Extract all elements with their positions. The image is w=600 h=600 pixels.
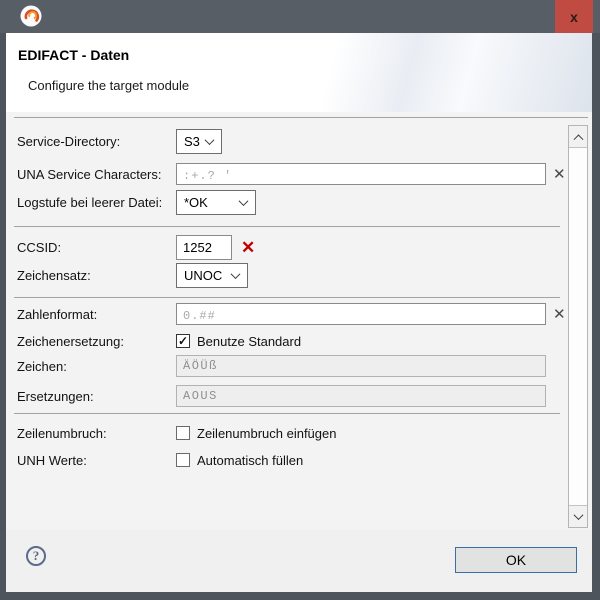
row-ccsid: CCSID: ✕ <box>17 235 255 260</box>
una-label: UNA Service Characters: <box>17 167 176 182</box>
button-bar: ? OK <box>6 530 592 592</box>
zeilenumbruch-label: Zeilenumbruch: <box>17 426 176 441</box>
logstufe-value: *OK <box>184 195 208 210</box>
chevron-down-icon <box>231 269 241 279</box>
group-separator <box>14 413 560 414</box>
clear-icon[interactable]: ✕ <box>553 307 566 322</box>
group-separator <box>14 226 560 227</box>
service-directory-label: Service-Directory: <box>17 134 176 149</box>
una-input[interactable] <box>176 163 546 185</box>
page-subtitle: Configure the target module <box>28 78 189 93</box>
clear-icon[interactable]: ✕ <box>553 167 566 182</box>
ccsid-input[interactable] <box>176 235 232 260</box>
zeichensatz-label: Zeichensatz: <box>17 268 176 283</box>
chevron-up-icon <box>573 134 583 144</box>
chevron-down-icon <box>239 196 249 206</box>
form-area: Service-Directory: S3 UNA Service Charac… <box>6 112 592 530</box>
checkmark-icon: ✓ <box>178 334 188 348</box>
titlebar: x <box>0 0 600 33</box>
service-directory-select[interactable]: S3 <box>176 129 222 154</box>
row-zahlenformat: Zahlenformat: ✕ <box>17 303 566 325</box>
close-button[interactable]: x <box>555 0 593 33</box>
row-zeichensatz: Zeichensatz: UNOC <box>17 263 248 288</box>
chevron-down-icon <box>205 135 215 145</box>
scroll-down-button[interactable] <box>569 505 587 527</box>
row-zeichen: Zeichen: <box>17 355 546 377</box>
row-service-directory: Service-Directory: S3 <box>17 129 222 154</box>
ersetzungen-label: Ersetzungen: <box>17 389 176 404</box>
row-zeilenumbruch: Zeilenumbruch: Zeilenumbruch einfügen <box>17 426 336 440</box>
ersetzungen-input <box>176 385 546 407</box>
logstufe-label: Logstufe bei leerer Datei: <box>17 195 176 210</box>
zeichen-label: Zeichen: <box>17 359 176 374</box>
zahlenformat-input[interactable] <box>176 303 546 325</box>
help-button[interactable]: ? <box>26 546 46 566</box>
wizard-header: EDIFACT - Daten Configure the target mod… <box>6 33 592 112</box>
top-separator <box>14 117 588 118</box>
ccsid-label: CCSID: <box>17 240 176 255</box>
unh-werte-checkbox-label: Automatisch füllen <box>197 453 303 468</box>
zahlenformat-label: Zahlenformat: <box>17 307 176 322</box>
zeichensatz-value: UNOC <box>184 268 222 283</box>
row-ersetzungen: Ersetzungen: <box>17 385 546 407</box>
vertical-scrollbar[interactable] <box>568 125 588 528</box>
zeichensatz-select[interactable]: UNOC <box>176 263 248 288</box>
zeilenumbruch-checkbox-label: Zeilenumbruch einfügen <box>197 426 336 441</box>
zeichen-input <box>176 355 546 377</box>
row-logstufe: Logstufe bei leerer Datei: *OK <box>17 190 256 215</box>
row-zeichenersetzung: Zeichenersetzung: ✓ Benutze Standard <box>17 334 301 348</box>
zeilenumbruch-checkbox[interactable] <box>176 426 190 440</box>
error-icon: ✕ <box>241 239 255 256</box>
row-unh-werte: UNH Werte: Automatisch füllen <box>17 453 303 467</box>
unh-werte-checkbox[interactable] <box>176 453 190 467</box>
scroll-up-button[interactable] <box>569 126 587 148</box>
app-logo-icon <box>20 5 42 27</box>
page-title: EDIFACT - Daten <box>18 47 129 63</box>
row-una: UNA Service Characters: ✕ <box>17 163 566 185</box>
unh-werte-label: UNH Werte: <box>17 453 176 468</box>
ok-button[interactable]: OK <box>455 547 577 573</box>
benutze-standard-label: Benutze Standard <box>197 334 301 349</box>
benutze-standard-checkbox[interactable]: ✓ <box>176 334 190 348</box>
edifact-dialog: x EDIFACT - Daten Configure the target m… <box>0 0 600 600</box>
group-separator <box>14 297 560 298</box>
chevron-down-icon <box>573 510 583 520</box>
service-directory-value: S3 <box>184 134 200 149</box>
logstufe-select[interactable]: *OK <box>176 190 256 215</box>
zeichenersetzung-label: Zeichenersetzung: <box>17 334 176 349</box>
